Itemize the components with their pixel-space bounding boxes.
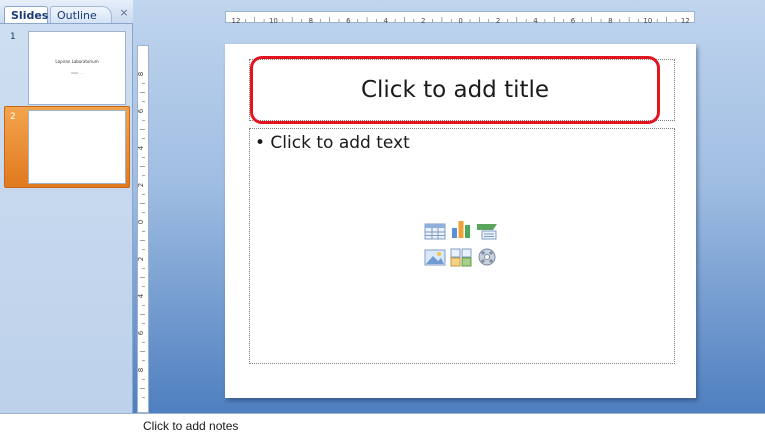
notes-placeholder[interactable]: Click to add notes [143,419,238,433]
ruler-label: 6 [571,17,576,25]
ruler-label: 2 [496,17,500,25]
slide-editor: 12 10 8 6 4 2 0 2 4 6 8 10 12 8 6 4 2 0 2 4 6 8 Click to add… [133,0,765,413]
ruler-label: 8 [309,17,313,25]
ruler-label: 6 [138,108,145,113]
slide-canvas[interactable]: Click to add title • Click to add text [225,44,696,398]
slides-pane: Slides Outline × 1 Lapiran Laboratorium … [0,0,133,437]
content-icon-grid [422,219,502,271]
tab-slides[interactable]: Slides [4,6,48,23]
slide-thumbnail-1[interactable]: Lapiran Laboratorium Oleh: ... [28,31,126,105]
insert-picture-icon[interactable] [424,247,446,267]
content-placeholder-text[interactable]: • Click to add text [255,133,410,153]
content-placeholder[interactable]: • Click to add text [249,128,675,364]
ruler-label: 8 [138,72,145,76]
close-icon[interactable]: × [118,6,130,20]
ruler-label: 4 [138,293,145,298]
insert-media-icon[interactable] [476,247,498,267]
ruler-label: 2 [138,183,145,187]
horizontal-ruler-ticks: 12 10 8 6 4 2 0 2 4 6 8 10 12 [232,17,690,25]
insert-smartart-icon[interactable] [476,221,498,241]
vertical-ruler-ticks: 8 6 4 2 0 2 4 6 8 [137,72,145,399]
ruler-label: 0 [138,220,145,224]
slide-thumbnail-2[interactable] [28,110,126,184]
thumbnail-subtitle: Oleh: ... [71,71,83,75]
ruler-label: 12 [681,17,690,25]
vertical-ruler[interactable]: 8 6 4 2 0 2 4 6 8 [137,45,149,413]
insert-chart-icon[interactable] [450,219,472,239]
ruler-label: 10 [269,17,278,25]
notes-pane[interactable]: Click to add notes [133,413,765,437]
ruler-label: 8 [138,368,145,372]
thumbnail-title: Lapiran Laboratorium [55,59,99,64]
ruler-label: 12 [232,17,241,25]
ruler-label: 2 [138,257,145,261]
insert-table-icon[interactable] [424,221,446,241]
pane-tab-bar: Slides Outline × [0,0,133,24]
ruler-label: 4 [384,17,389,25]
insert-clipart-icon[interactable] [450,247,472,267]
tab-outline[interactable]: Outline [50,6,112,23]
title-highlight-outline [250,56,660,124]
ruler-label: 8 [608,17,612,25]
ruler-label: 0 [458,17,462,25]
thumbnail-number-2: 2 [10,112,16,122]
horizontal-ruler[interactable]: 12 10 8 6 4 2 0 2 4 6 8 10 12 [225,11,695,25]
pane-bottom-strip [0,413,133,437]
ruler-label: 10 [643,17,652,25]
ruler-label: 6 [346,17,351,25]
ruler-label: 4 [533,17,538,25]
ruler-label: 6 [138,330,145,335]
ruler-label: 2 [421,17,425,25]
ruler-label: 4 [138,145,145,150]
thumbnail-number-1: 1 [10,32,16,42]
